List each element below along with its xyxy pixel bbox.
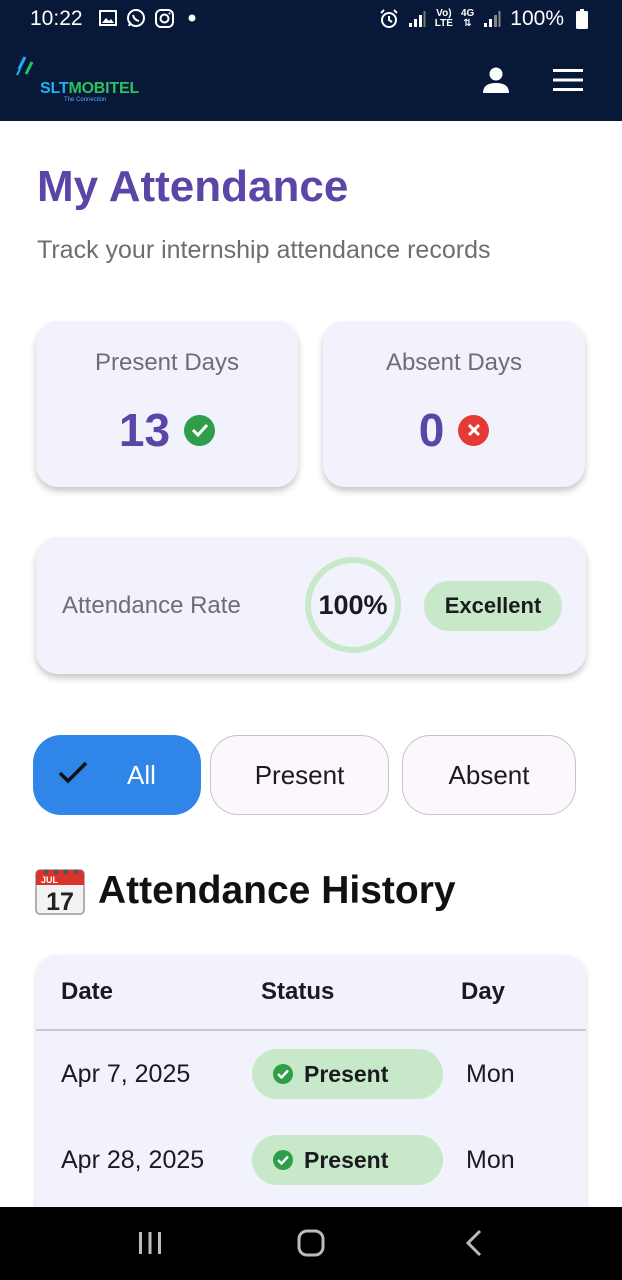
volte-indicator: Vo) LTE xyxy=(434,8,453,29)
check-icon xyxy=(58,761,88,784)
filter-absent-chip[interactable]: Absent xyxy=(402,735,576,815)
present-days-value: 13 xyxy=(118,404,171,456)
row-status-badge: Present xyxy=(252,1135,443,1185)
filter-present-chip[interactable]: Present xyxy=(210,735,389,815)
column-header-date: Date xyxy=(61,978,114,1005)
notification-icons xyxy=(98,8,202,28)
system-nav-bar xyxy=(0,1207,622,1280)
recent-apps-button[interactable] xyxy=(130,1225,170,1261)
table-row[interactable]: Apr 28, 2025 Present Mon xyxy=(36,1117,586,1203)
back-button[interactable] xyxy=(454,1225,494,1261)
slt-mobitel-logo[interactable]: SLTMOBITEL The Connection xyxy=(16,54,166,106)
dot-icon xyxy=(182,8,202,28)
filter-all-label: All xyxy=(127,760,156,790)
signal-icon xyxy=(407,9,427,29)
row-date: Apr 7, 2025 xyxy=(61,1060,191,1088)
row-day: Mon xyxy=(466,1146,515,1174)
attendance-rate-card: Attendance Rate 100% Excellent xyxy=(36,537,586,674)
absent-days-label: Absent Days xyxy=(385,349,523,376)
check-circle-icon xyxy=(273,1064,293,1084)
attendance-rate-label: Attendance Rate xyxy=(62,592,241,619)
present-days-label: Present Days xyxy=(94,349,240,376)
check-circle-icon xyxy=(273,1150,293,1170)
status-bar: 10:22 Vo) LTE 4G ⇅ 100% xyxy=(0,0,622,40)
page-subtitle: Track your internship attendance records xyxy=(37,236,491,264)
battery-percent: 100% xyxy=(510,7,564,30)
instagram-icon xyxy=(154,8,174,28)
logo-wordmark: SLTMOBITEL xyxy=(40,80,140,97)
filter-present-label: Present xyxy=(254,759,345,790)
profile-button[interactable] xyxy=(478,62,514,98)
calendar-month: JUL xyxy=(41,875,59,885)
network-type: 4G ⇅ xyxy=(460,8,475,29)
home-icon xyxy=(297,1229,325,1257)
present-days-card: Present Days 13 xyxy=(36,321,298,487)
home-button[interactable] xyxy=(291,1225,331,1261)
check-circle-icon xyxy=(184,414,216,446)
page-title: My Attendance xyxy=(37,162,349,211)
attendance-rate-value: 100% xyxy=(318,590,388,620)
user-icon xyxy=(483,67,509,93)
absent-days-card: Absent Days 0 xyxy=(323,321,585,487)
logo-mark-icon xyxy=(16,56,34,76)
whatsapp-icon xyxy=(126,8,146,28)
column-header-status: Status xyxy=(261,978,335,1005)
calendar-icon: JUL 17 xyxy=(34,866,86,916)
attendance-history-heading: JUL 17 Attendance History xyxy=(34,866,456,916)
attendance-grade-badge: Excellent xyxy=(424,581,562,631)
filter-all-chip[interactable]: All xyxy=(33,735,201,815)
signal-2-icon xyxy=(482,9,502,29)
gallery-icon xyxy=(98,8,118,28)
filter-absent-label: Absent xyxy=(448,759,530,790)
hamburger-icon xyxy=(553,69,583,91)
row-day: Mon xyxy=(466,1060,515,1088)
row-status-badge: Present xyxy=(252,1049,443,1099)
app-bar: SLTMOBITEL The Connection xyxy=(0,40,622,121)
recent-apps-icon xyxy=(139,1232,161,1254)
attendance-history-table: Date Status Day Apr 7, 2025 Present Mon … xyxy=(36,955,586,1225)
battery-icon xyxy=(572,9,592,29)
row-status-label: Present xyxy=(304,1146,389,1173)
cancel-circle-icon xyxy=(458,414,490,446)
alarm-icon xyxy=(379,9,399,29)
status-time: 10:22 xyxy=(30,7,83,30)
logo-tagline: The Connection xyxy=(64,97,107,103)
system-icons: Vo) LTE 4G ⇅ 100% xyxy=(379,7,592,31)
attendance-history-title: Attendance History xyxy=(98,869,456,912)
table-row[interactable]: Apr 7, 2025 Present Mon xyxy=(36,1031,586,1117)
row-status-label: Present xyxy=(304,1060,389,1087)
row-date: Apr 28, 2025 xyxy=(61,1146,205,1174)
absent-days-value: 0 xyxy=(418,404,445,456)
column-header-day: Day xyxy=(461,978,506,1005)
menu-button[interactable] xyxy=(550,62,586,98)
calendar-day: 17 xyxy=(46,888,74,916)
back-chevron-icon xyxy=(465,1229,482,1257)
